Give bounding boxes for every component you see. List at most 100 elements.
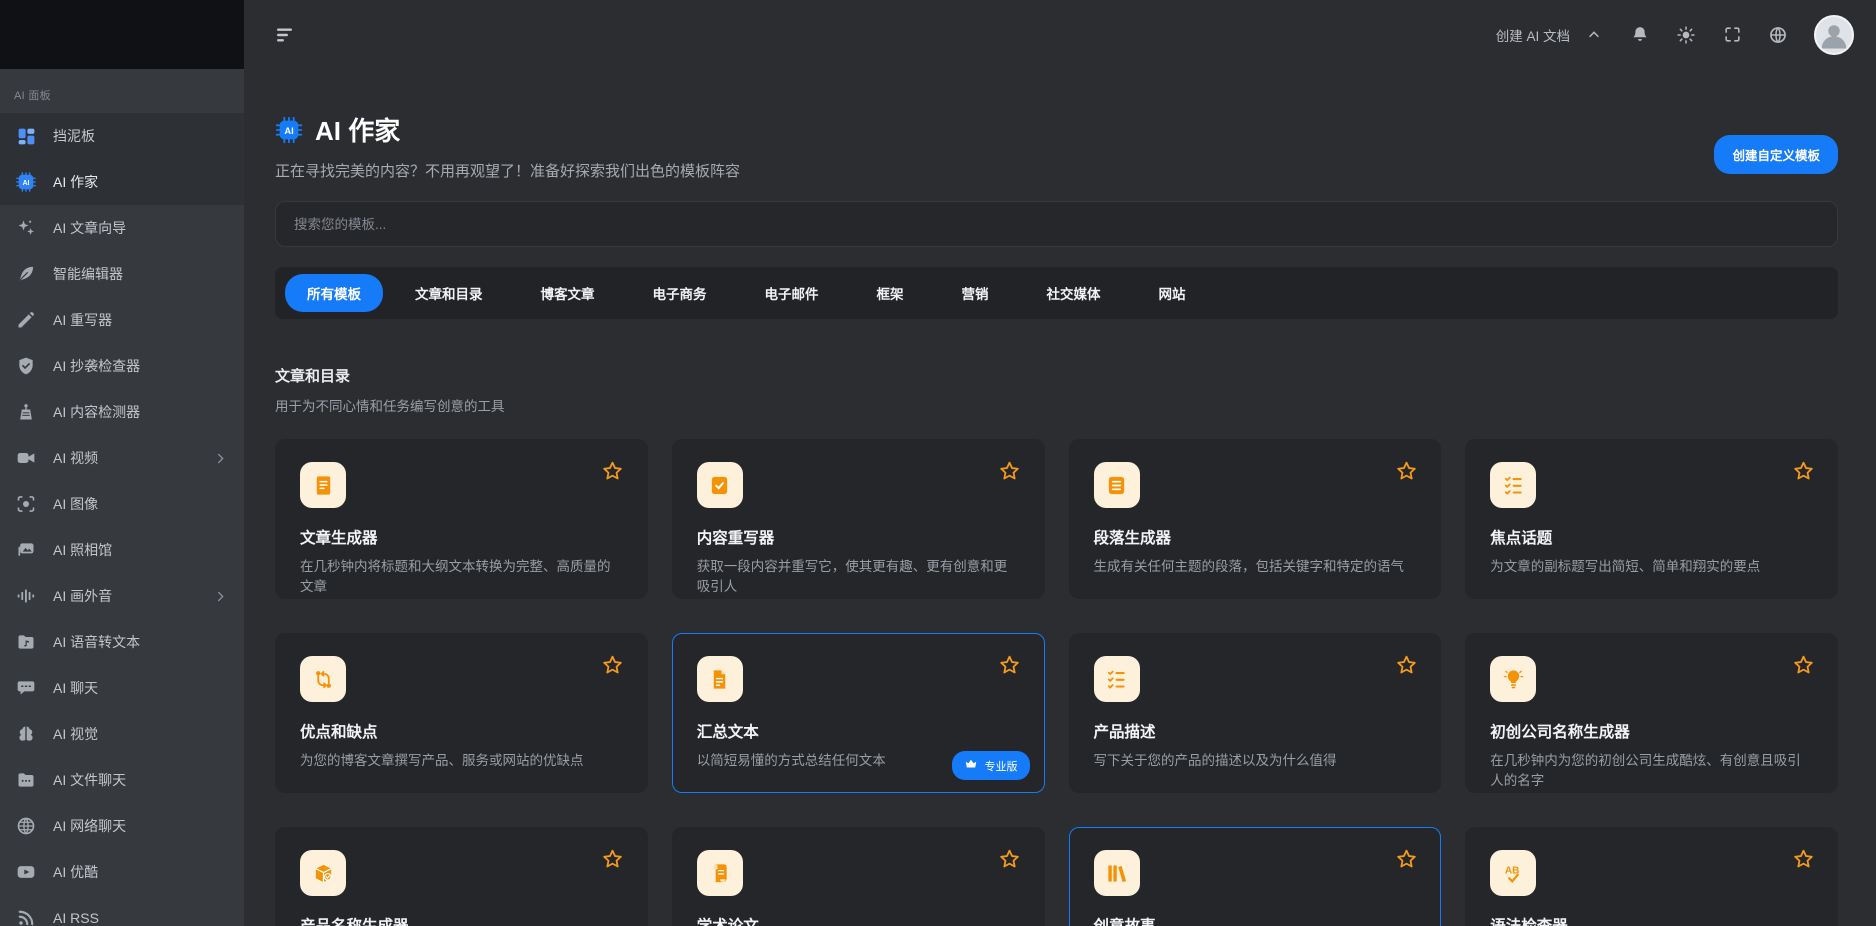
sidebar-item-12[interactable]: AI 语音转文本 bbox=[0, 619, 244, 665]
sidebar-item-label: AI 图像 bbox=[53, 494, 228, 514]
document-icon bbox=[300, 462, 346, 508]
card-description: 为您的博客文章撰写产品、服务或网站的优缺点 bbox=[300, 751, 623, 771]
hero-header: AI AI 作家 正在寻找完美的内容？不用再观望了！准备好探索我们出色的模板阵容… bbox=[275, 111, 1838, 181]
tab-4[interactable]: 电子商务 bbox=[627, 274, 733, 312]
template-card-4[interactable]: 焦点话题为文章的副标题写出简短、简单和翔实的要点 bbox=[1465, 439, 1838, 599]
favorite-star-icon[interactable] bbox=[998, 460, 1022, 484]
sidebar-item-17[interactable]: AI 优酷 bbox=[0, 849, 244, 895]
tab-1[interactable]: 所有模板 bbox=[285, 274, 383, 312]
checklist-icon bbox=[1490, 462, 1536, 508]
favorite-star-icon[interactable] bbox=[1791, 654, 1815, 678]
favorite-star-icon[interactable] bbox=[601, 654, 625, 678]
sidebar-item-label: AI 视觉 bbox=[53, 724, 228, 744]
sidebar-item-8[interactable]: AI 视频 bbox=[0, 435, 244, 481]
sidebar-item-10[interactable]: AI 照相馆 bbox=[0, 527, 244, 573]
rss-icon bbox=[15, 907, 37, 926]
bell-icon[interactable] bbox=[1630, 25, 1650, 45]
menu-icon[interactable] bbox=[274, 22, 300, 48]
sidebar-item-15[interactable]: AI 文件聊天 bbox=[0, 757, 244, 803]
template-card-6[interactable]: 汇总文本以简短易懂的方式总结任何文本专业版 bbox=[672, 633, 1045, 793]
user-avatar[interactable] bbox=[1814, 15, 1854, 55]
template-category-tabs: 所有模板文章和目录博客文章电子商务电子邮件框架营销社交媒体网站 bbox=[275, 267, 1838, 319]
sidebar-item-4[interactable]: 智能编辑器 bbox=[0, 251, 244, 297]
favorite-star-icon[interactable] bbox=[998, 654, 1022, 678]
globe-icon[interactable] bbox=[1768, 25, 1788, 45]
brain-icon bbox=[15, 723, 37, 745]
sidebar-item-11[interactable]: AI 画外音 bbox=[0, 573, 244, 619]
card-title: 语法检查器 bbox=[1490, 914, 1813, 926]
package-icon bbox=[300, 850, 346, 896]
sidebar-item-14[interactable]: AI 视觉 bbox=[0, 711, 244, 757]
sidebar-item-16[interactable]: AI 网络聊天 bbox=[0, 803, 244, 849]
paragraph-icon bbox=[1094, 462, 1140, 508]
favorite-star-icon[interactable] bbox=[1394, 460, 1418, 484]
sidebar-item-9[interactable]: AI 图像 bbox=[0, 481, 244, 527]
detector-icon bbox=[15, 401, 37, 423]
pro-badge: 专业版 bbox=[952, 751, 1030, 780]
favorite-star-icon[interactable] bbox=[1394, 848, 1418, 872]
card-title: 产品名称生成器 bbox=[300, 914, 623, 926]
chat-icon bbox=[15, 677, 37, 699]
card-description: 获取一段内容并重写它，使其更有趣、更有创意和更吸引人 bbox=[697, 557, 1020, 598]
tab-5[interactable]: 电子邮件 bbox=[739, 274, 845, 312]
main-content: AI AI 作家 正在寻找完美的内容？不用再观望了！准备好探索我们出色的模板阵容… bbox=[244, 69, 1876, 926]
ai-chip-icon: AI bbox=[15, 171, 37, 193]
video-icon bbox=[15, 447, 37, 469]
card-title: 段落生成器 bbox=[1094, 526, 1417, 548]
tab-6[interactable]: 框架 bbox=[851, 274, 930, 312]
template-card-7[interactable]: 产品描述写下关于您的产品的描述以及为什么值得 bbox=[1069, 633, 1442, 793]
section-subtitle: 用于为不同心情和任务编写创意的工具 bbox=[275, 395, 1838, 415]
fullscreen-icon[interactable] bbox=[1722, 25, 1742, 45]
sidebar-item-label: AI 视频 bbox=[53, 448, 197, 468]
card-title: 初创公司名称生成器 bbox=[1490, 720, 1813, 742]
create-ai-doc-dropdown[interactable]: 创建 AI 文档 bbox=[1496, 25, 1604, 45]
sidebar-item-3[interactable]: AI 文章向导 bbox=[0, 205, 244, 251]
sidebar-item-2[interactable]: AI AI 作家 bbox=[0, 159, 244, 205]
create-custom-template-button[interactable]: 创建自定义模板 bbox=[1714, 135, 1838, 174]
sidebar-item-label: AI 内容检测器 bbox=[53, 402, 228, 422]
favorite-star-icon[interactable] bbox=[998, 848, 1022, 872]
compare-arrows-icon bbox=[300, 656, 346, 702]
tab-8[interactable]: 社交媒体 bbox=[1021, 274, 1127, 312]
favorite-star-icon[interactable] bbox=[601, 460, 625, 484]
sidebar-item-label: AI 作家 bbox=[53, 172, 228, 192]
page-subtitle: 正在寻找完美的内容？不用再观望了！准备好探索我们出色的模板阵容 bbox=[275, 160, 1714, 181]
feather-icon bbox=[15, 263, 37, 285]
template-card-2[interactable]: 内容重写器获取一段内容并重写它，使其更有趣、更有创意和更吸引人 bbox=[672, 439, 1045, 599]
sidebar-item-5[interactable]: AI 重写器 bbox=[0, 297, 244, 343]
favorite-star-icon[interactable] bbox=[1394, 654, 1418, 678]
sidebar-item-6[interactable]: AI 抄袭检查器 bbox=[0, 343, 244, 389]
sun-icon[interactable] bbox=[1676, 25, 1696, 45]
favorite-star-icon[interactable] bbox=[1791, 848, 1815, 872]
youtube-icon bbox=[15, 861, 37, 883]
favorite-star-icon[interactable] bbox=[1791, 460, 1815, 484]
sidebar-item-1[interactable]: 挡泥板 bbox=[0, 113, 244, 159]
globe-icon bbox=[15, 815, 37, 837]
photo-icon bbox=[15, 539, 37, 561]
tab-7[interactable]: 营销 bbox=[936, 274, 1015, 312]
sidebar-item-13[interactable]: AI 聊天 bbox=[0, 665, 244, 711]
template-card-8[interactable]: 初创公司名称生成器在几秒钟内为您的初创公司生成酷炫、有创意且吸引人的名字 bbox=[1465, 633, 1838, 793]
favorite-star-icon[interactable] bbox=[601, 848, 625, 872]
app-window: 创建 AI 文档 AI 面板 挡泥板AIAI 作家AI 文 bbox=[0, 0, 1876, 926]
tab-2[interactable]: 文章和目录 bbox=[389, 274, 509, 312]
tab-9[interactable]: 网站 bbox=[1133, 274, 1212, 312]
template-card-1[interactable]: 文章生成器在几秒钟内将标题和大纲文本转换为完整、高质量的文章 bbox=[275, 439, 648, 599]
chevron-up-icon bbox=[1584, 25, 1604, 45]
template-card-5[interactable]: 优点和缺点为您的博客文章撰写产品、服务或网站的优缺点 bbox=[275, 633, 648, 793]
tab-3[interactable]: 博客文章 bbox=[515, 274, 621, 312]
chevron-right-icon bbox=[213, 589, 228, 604]
sidebar-item-18[interactable]: AI RSS bbox=[0, 895, 244, 926]
search-input[interactable] bbox=[275, 201, 1838, 247]
checklist-icon bbox=[1094, 656, 1140, 702]
grammar-check-icon: AB bbox=[1490, 850, 1536, 896]
sidebar-item-7[interactable]: AI 内容检测器 bbox=[0, 389, 244, 435]
create-ai-doc-label: 创建 AI 文档 bbox=[1496, 25, 1570, 45]
card-description: 在几秒钟内为您的初创公司生成酷炫、有创意且吸引人的名字 bbox=[1490, 751, 1813, 792]
template-card-12[interactable]: AB语法检查器确保您的内容中没有错误 bbox=[1465, 827, 1838, 926]
template-card-11[interactable]: 创意故事允许 AI 根据输入文本为您生成创意故事 bbox=[1069, 827, 1442, 926]
template-card-10[interactable]: 学术论文只需一秒钟即可为各种主题创建创意学术论文 bbox=[672, 827, 1045, 926]
sidebar-item-label: AI 语音转文本 bbox=[53, 632, 228, 652]
template-card-3[interactable]: 段落生成器生成有关任何主题的段落，包括关键字和特定的语气 bbox=[1069, 439, 1442, 599]
template-card-9[interactable]: 产品名称生成器根据示例词创建创意商品名称 bbox=[275, 827, 648, 926]
